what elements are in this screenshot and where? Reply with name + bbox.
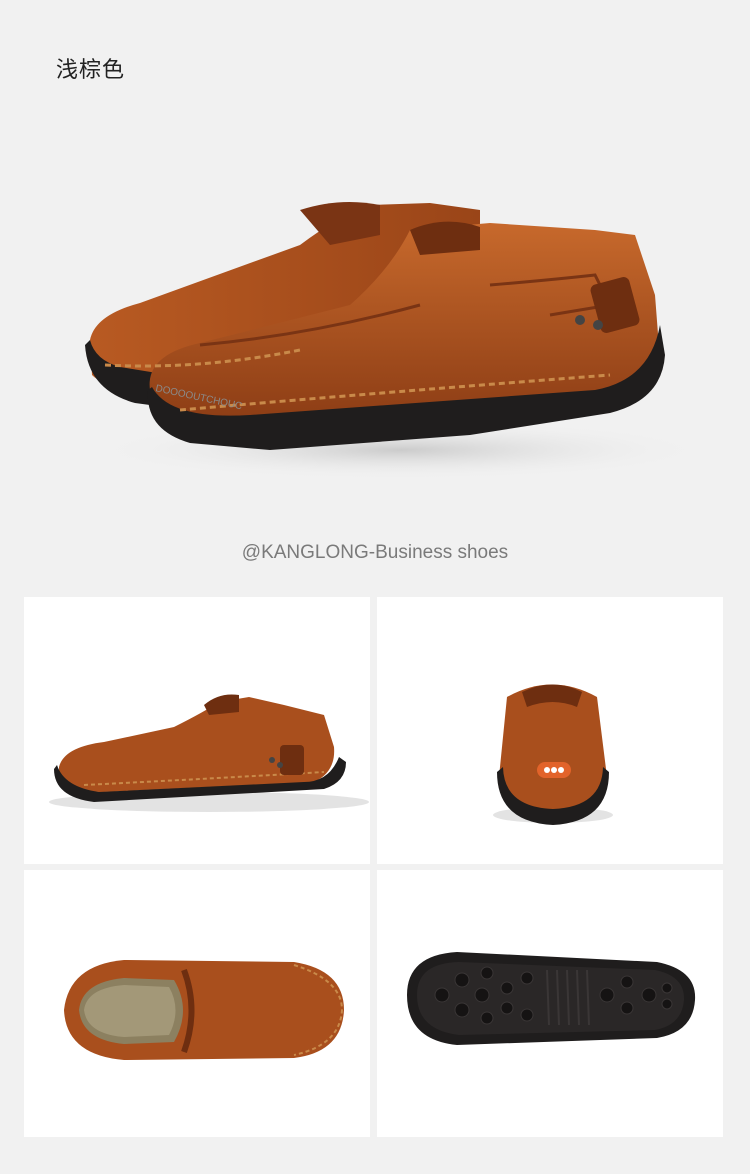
shoe-back-view-icon [493, 684, 613, 825]
shoe-side-view-icon [49, 694, 369, 812]
side-view-tile[interactable] [24, 597, 370, 864]
sole-view-tile[interactable] [377, 870, 723, 1137]
shoe-sole-view-icon [407, 952, 696, 1045]
color-name-label: 浅棕色 [56, 58, 126, 83]
top-view-tile[interactable] [24, 870, 370, 1137]
brand-caption: @KANGLONG-Business shoes [241, 542, 509, 563]
back-view-tile[interactable] [377, 597, 723, 864]
shoe-top-view-icon [64, 960, 344, 1060]
hero-shoe-pair-image: DOOOOUTCHOUC [50, 175, 710, 495]
